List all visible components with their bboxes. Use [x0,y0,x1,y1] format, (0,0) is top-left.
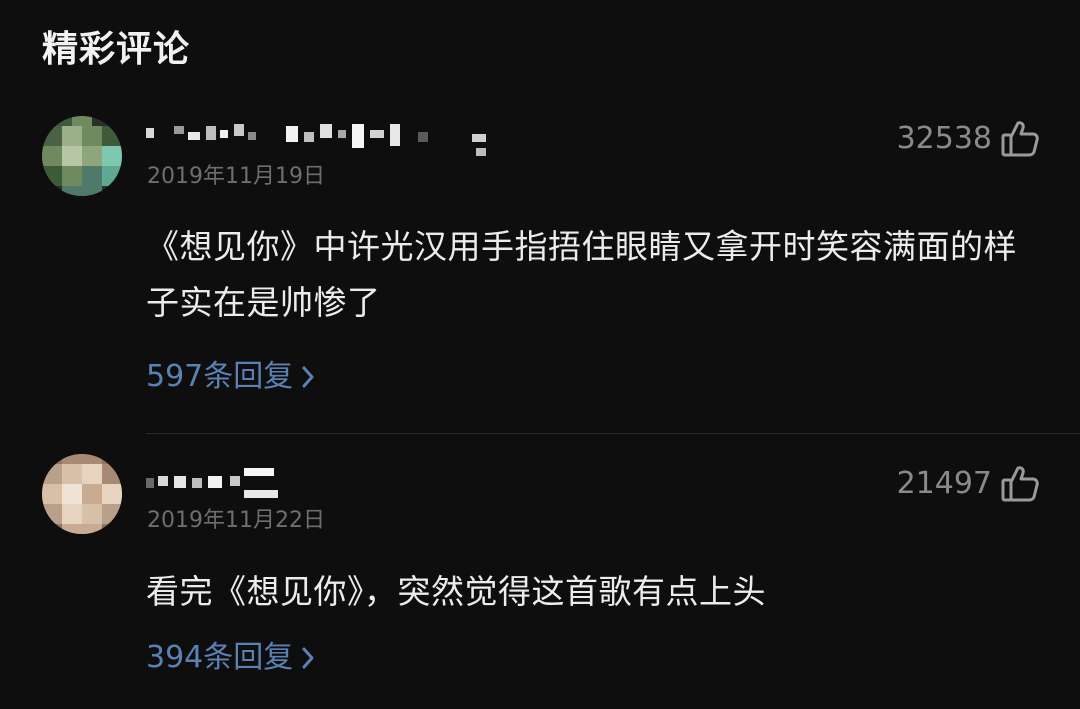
view-replies-link[interactable]: 394条回复 [146,636,317,680]
username-masked[interactable] [146,122,506,158]
username-masked[interactable] [146,464,306,500]
chevron-right-icon [302,366,314,388]
like-button[interactable]: 21497 [897,462,1040,506]
like-button[interactable]: 32538 [897,117,1040,161]
comment-date: 2019年11月19日 [147,164,325,189]
avatar[interactable] [42,454,122,534]
comment-text: 《想见你》中许光汉用手指捂住眼睛又拿开时笑容满面的样子实在是帅惨了 [146,227,1017,322]
thumbs-up-icon [1001,121,1039,157]
thumbs-up-icon [1001,466,1039,502]
avatar[interactable] [42,116,122,196]
chevron-right-icon [302,647,314,669]
like-count: 32538 [896,121,992,156]
replies-count-label: 597条回复 [146,359,294,394]
comment-text: 看完《想见你》，突然觉得这首歌有点上头 [146,572,766,611]
divider [146,433,1080,434]
comment-date: 2019年11月22日 [147,508,325,533]
view-replies-link[interactable]: 597条回复 [146,355,317,399]
like-count: 21497 [896,466,992,501]
page-title: 精彩评论 [42,29,191,70]
replies-count-label: 394条回复 [146,640,294,675]
